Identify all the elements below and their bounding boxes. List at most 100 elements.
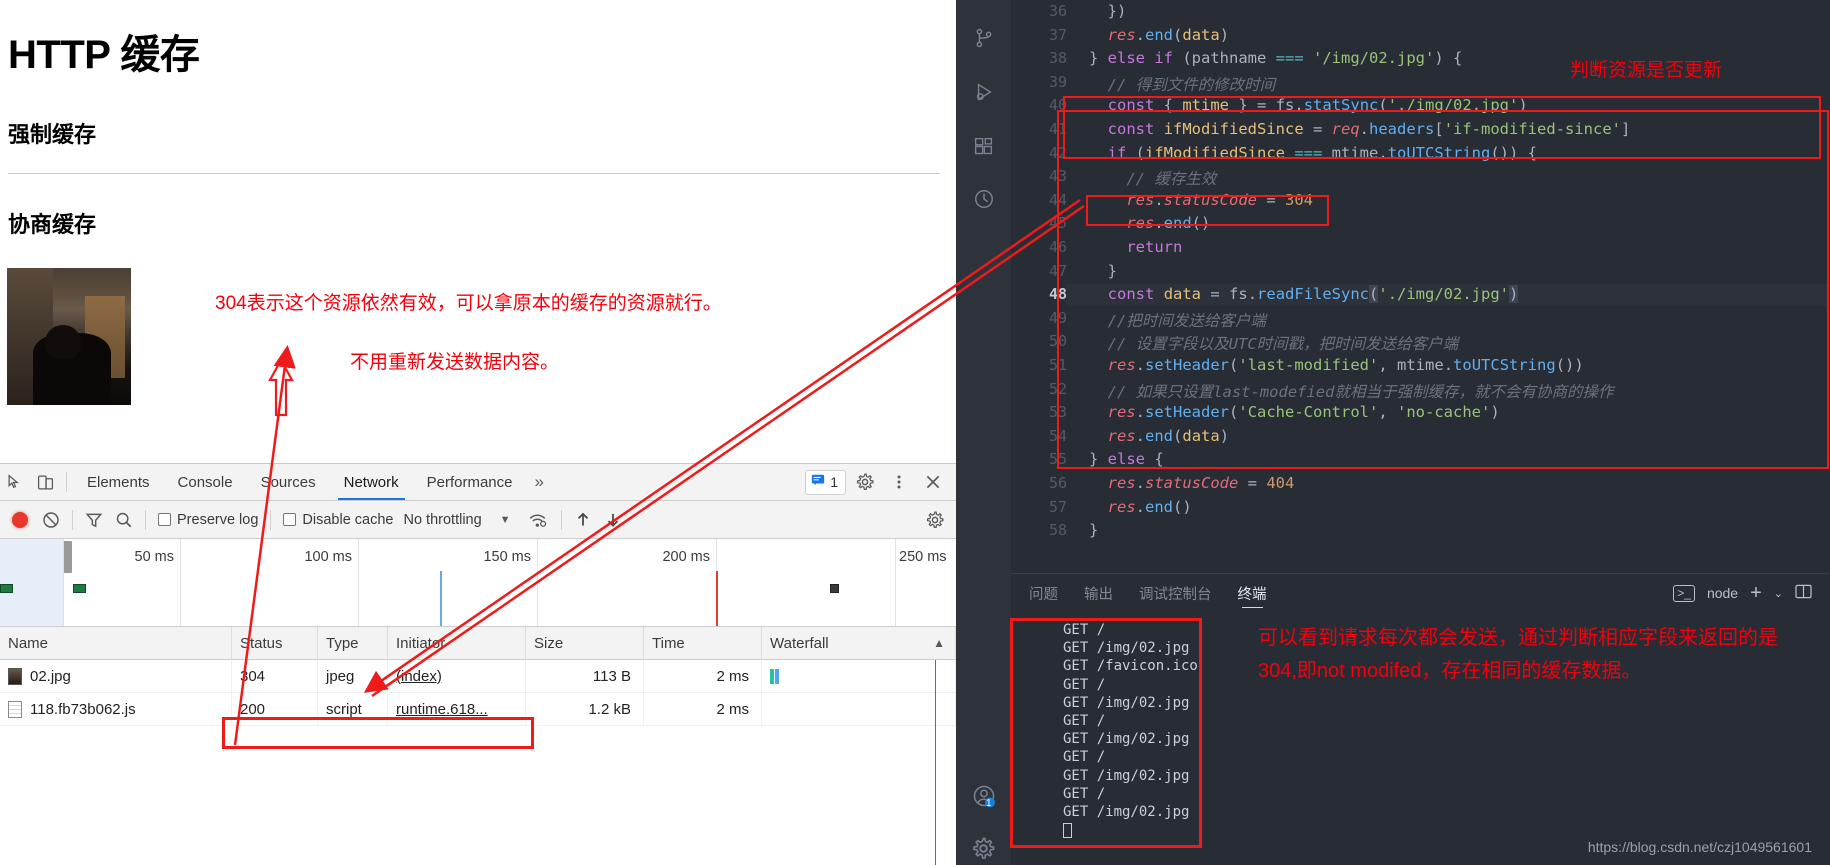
panel-tab-output[interactable]: 输出 — [1084, 574, 1113, 612]
code-token: () — [1173, 497, 1192, 516]
line-number: 40 — [1048, 96, 1067, 115]
code-line[interactable]: // 缓存生效 — [1089, 167, 1216, 189]
code-token: setHeader — [1145, 356, 1230, 374]
run-and-debug-icon[interactable] — [956, 66, 1011, 118]
overview-resize-handle[interactable] — [63, 541, 72, 573]
messages-count: 1 — [830, 474, 838, 490]
column-header-name[interactable]: Name — [0, 626, 232, 660]
chevron-down-icon[interactable]: ⌄ — [1774, 587, 1783, 600]
filter-icon[interactable] — [79, 506, 109, 534]
code-line[interactable]: } else if (pathname === '/img/02.jpg') { — [1089, 49, 1462, 67]
column-header-status[interactable]: Status — [232, 626, 318, 660]
panel-tab-problems[interactable]: 问题 — [1029, 574, 1058, 612]
terminal-shell-name[interactable]: node — [1707, 585, 1738, 601]
search-icon[interactable] — [109, 506, 139, 534]
code-token: 'Cache-Control' — [1238, 403, 1379, 422]
close-icon[interactable] — [918, 468, 948, 496]
tab-elements[interactable]: Elements — [73, 464, 164, 500]
throttling-select[interactable]: No throttling — [403, 512, 481, 528]
code-line[interactable]: } — [1089, 262, 1117, 280]
code-line[interactable]: res.setHeader('last-modified', mtime.toU… — [1089, 356, 1584, 374]
source-control-icon[interactable] — [956, 12, 1011, 64]
code-editor[interactable]: 36 37 38 39 40 41 42 43 44 45 46 47 48 49 50 51 52 53 54 55… — [1011, 0, 1830, 573]
accounts-badge-count: 1 — [986, 798, 992, 809]
column-header-type[interactable]: Type — [318, 626, 388, 660]
code-token: 404 — [1266, 474, 1295, 492]
script-file-icon — [8, 700, 22, 718]
code-line[interactable]: } — [1089, 521, 1098, 539]
tab-sources[interactable]: Sources — [247, 464, 330, 500]
inspect-element-icon[interactable] — [0, 468, 30, 496]
table-row[interactable]: 02.jpg 304 jpeg (index) 113 B 2 ms — [0, 659, 956, 693]
code-token: } = — [1229, 96, 1276, 115]
code-token: //把时间发送给客户端 — [1089, 311, 1266, 330]
code-token: ( — [1173, 49, 1192, 68]
code-line[interactable]: res.end() — [1089, 214, 1210, 232]
accounts-icon[interactable]: 1 — [956, 770, 1011, 822]
panel-tab-debug-console[interactable]: 调试控制台 — [1139, 574, 1212, 612]
split-terminal-icon[interactable] — [1795, 584, 1812, 602]
panel-tabs: 问题 输出 调试控制台 终端 >_ node + ⌄ — [1011, 574, 1830, 612]
network-overview-timeline[interactable]: 50 ms 100 ms 150 ms 200 ms 250 ms — [0, 539, 956, 627]
network-settings-gear-icon[interactable] — [920, 506, 950, 534]
code-line[interactable]: }) — [1089, 2, 1127, 20]
code-token: . — [1135, 356, 1146, 374]
code-line[interactable]: // 如果只设置last-modefied就相当于强制缓存，就不会有协商的操作 — [1089, 380, 1614, 402]
code-token: res — [1107, 497, 1136, 516]
devtools-panel: Elements Console Sources Network Perform… — [0, 463, 956, 865]
messages-badge[interactable]: 1 — [805, 469, 846, 495]
preserve-log-checkbox[interactable]: Preserve log — [158, 512, 258, 528]
panel-tab-terminal[interactable]: 终端 — [1238, 574, 1267, 612]
cell-waterfall — [762, 692, 956, 726]
tabs-overflow-icon[interactable]: » — [527, 472, 552, 492]
code-line[interactable]: res.setHeader('Cache-Control', 'no-cache… — [1089, 403, 1500, 421]
new-terminal-icon[interactable]: + — [1750, 582, 1762, 605]
line-number: 43 — [1048, 167, 1067, 186]
table-row[interactable]: 118.fb73b062.js 200 script runtime.618..… — [0, 692, 956, 726]
code-line[interactable]: res.end(data) — [1089, 427, 1229, 445]
initiator-link[interactable]: runtime.618... — [396, 701, 488, 718]
more-vertical-icon[interactable] — [884, 468, 914, 496]
settings-gear-icon[interactable] — [956, 822, 1011, 865]
code-line[interactable]: } else { — [1089, 450, 1164, 468]
code-line[interactable]: const ifModifiedSince = req.headers['if-… — [1089, 120, 1631, 138]
code-line[interactable]: res.statusCode = 404 — [1089, 474, 1295, 492]
code-line[interactable]: return — [1089, 238, 1182, 256]
code-line[interactable]: res.statusCode = 304 — [1089, 191, 1313, 209]
cell-initiator[interactable]: runtime.618... — [388, 692, 526, 726]
export-har-icon[interactable] — [598, 506, 628, 534]
column-header-waterfall[interactable]: Waterfall ▲ — [762, 626, 956, 660]
cell-size: 113 B — [526, 659, 644, 693]
timeline-icon[interactable] — [956, 173, 1011, 225]
tab-performance[interactable]: Performance — [413, 464, 527, 500]
device-toolbar-icon[interactable] — [30, 468, 60, 496]
import-har-icon[interactable] — [568, 506, 598, 534]
code-line[interactable]: res.end(data) — [1089, 26, 1229, 44]
code-line[interactable]: const { mtime } = fs.statSync('./img/02.… — [1089, 96, 1528, 114]
code-line[interactable]: //把时间发送给客户端 — [1089, 309, 1266, 331]
tab-network[interactable]: Network — [330, 464, 413, 500]
chevron-down-icon[interactable]: ▼ — [500, 514, 511, 526]
code-line[interactable]: // 得到文件的修改时间 — [1089, 73, 1276, 95]
annotation-check-resource-updated: 判断资源是否更新 — [1570, 60, 1723, 81]
code-token: const — [1107, 96, 1155, 115]
clear-icon[interactable] — [36, 506, 66, 534]
code-line[interactable]: res.end() — [1089, 498, 1192, 516]
code-line[interactable]: // 设置字段以及UTC时间戳，把时间发送给客户端 — [1089, 332, 1459, 354]
network-conditions-icon[interactable] — [523, 506, 553, 534]
column-header-size[interactable]: Size — [526, 626, 644, 660]
initiator-link[interactable]: (index) — [396, 668, 442, 685]
code-line[interactable]: const data = fs.readFileSync('./img/02.j… — [1089, 285, 1519, 304]
column-header-initiator[interactable]: Initiator — [388, 626, 526, 660]
gear-icon[interactable] — [850, 468, 880, 496]
code-token: }) — [1089, 2, 1127, 20]
extensions-icon[interactable] — [956, 120, 1011, 172]
panel-tab-label: 输出 — [1084, 586, 1113, 603]
cell-initiator[interactable]: (index) — [388, 659, 526, 693]
sort-ascending-icon[interactable]: ▲ — [933, 636, 955, 650]
disable-cache-checkbox[interactable]: Disable cache — [283, 512, 393, 528]
column-header-time[interactable]: Time — [644, 626, 762, 660]
tab-console[interactable]: Console — [164, 464, 247, 500]
record-button[interactable] — [12, 511, 28, 528]
code-line[interactable]: if (ifModifiedSince === mtime.toUTCStrin… — [1089, 144, 1537, 162]
